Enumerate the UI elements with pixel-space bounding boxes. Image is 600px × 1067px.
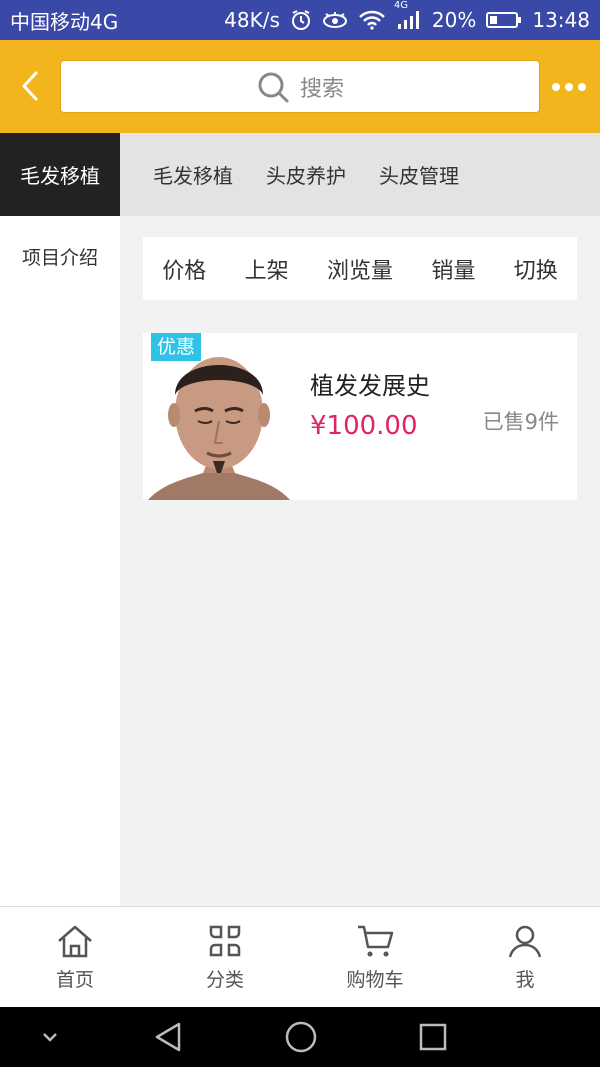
dot-icon [552, 83, 560, 91]
sort-listing[interactable]: 上架 [245, 253, 289, 285]
bottom-tab-me[interactable]: 我 [450, 907, 600, 1007]
clock: 13:48 [532, 8, 590, 32]
subcategory-tabs: 毛发移植 头皮养护 头皮管理 [120, 133, 600, 216]
collapse-button[interactable] [30, 1007, 70, 1067]
tab-hair-transplant[interactable]: 毛发移植 [153, 160, 233, 189]
chevron-left-icon [22, 71, 38, 101]
sort-sales[interactable]: 销量 [431, 253, 475, 285]
sort-price[interactable]: 价格 [162, 253, 206, 285]
promo-badge: 优惠 [151, 333, 202, 361]
tab-scalp-care[interactable]: 头皮养护 [266, 160, 346, 189]
product-price: ¥100.00 [310, 411, 418, 441]
more-button[interactable] [552, 76, 586, 98]
tab-scalp-management[interactable]: 头皮管理 [379, 160, 459, 189]
nav-back-button[interactable] [145, 1007, 191, 1067]
battery-percent: 20% [431, 8, 477, 32]
nav-home-button[interactable] [278, 1007, 324, 1067]
nav-recents-button[interactable] [410, 1007, 456, 1067]
bottom-tab-home[interactable]: 首页 [0, 907, 150, 1007]
bottom-tab-label: 我 [515, 968, 535, 991]
bottom-tab-bar: 首页 分类 购物车 我 [0, 906, 600, 1007]
circle-home-icon [285, 1021, 317, 1053]
network-badge: 4G [393, 0, 409, 11]
category-active[interactable]: 毛发移植 [0, 133, 120, 216]
triangle-back-icon [155, 1022, 181, 1052]
chevron-down-icon [43, 1033, 57, 1042]
sidebar-item-intro[interactable]: 项目介绍 [0, 216, 120, 296]
bottom-tab-label: 购物车 [346, 968, 404, 991]
status-right: 48K/s 4G 20% 13:48 [224, 0, 590, 32]
carrier-label: 中国移动4G [10, 9, 119, 34]
square-recents-icon [419, 1023, 447, 1051]
wifi-icon [358, 10, 386, 30]
dot-icon [565, 83, 573, 91]
eye-icon [322, 11, 348, 29]
dot-icon [578, 83, 586, 91]
alarm-icon [290, 9, 312, 31]
search-input[interactable]: 搜索 [60, 60, 540, 113]
bottom-tab-label: 首页 [55, 968, 94, 991]
product-sold-count: 已售9件 [482, 410, 559, 434]
search-icon [258, 72, 289, 102]
battery-icon [486, 11, 522, 29]
product-title[interactable]: 植发发展史 [310, 366, 430, 401]
user-icon [508, 925, 542, 957]
status-bar: 中国移动4G 48K/s 4G 20% 13:48 [0, 0, 600, 40]
sort-bar: 价格 上架 浏览量 销量 切换 [143, 237, 577, 300]
view-toggle[interactable]: 切换 [514, 253, 558, 285]
back-button[interactable] [10, 66, 50, 106]
signal-icon: 4G [394, 0, 422, 30]
product-card[interactable]: 优惠 植发发展史 ¥100.00 已售9件 [143, 333, 577, 500]
bottom-tab-cart[interactable]: 购物车 [300, 907, 450, 1007]
network-speed: 48K/s [224, 8, 280, 32]
bottom-tab-label: 分类 [205, 968, 244, 991]
home-icon [58, 925, 92, 957]
cart-icon [358, 925, 394, 956]
category-icon [209, 925, 241, 956]
left-sidebar: 项目介绍 [0, 216, 120, 906]
sort-views[interactable]: 浏览量 [327, 253, 393, 285]
bottom-tab-category[interactable]: 分类 [150, 907, 300, 1007]
search-placeholder: 搜索 [299, 76, 344, 102]
top-header: 搜索 [0, 40, 600, 133]
system-nav-bar [0, 1007, 600, 1067]
